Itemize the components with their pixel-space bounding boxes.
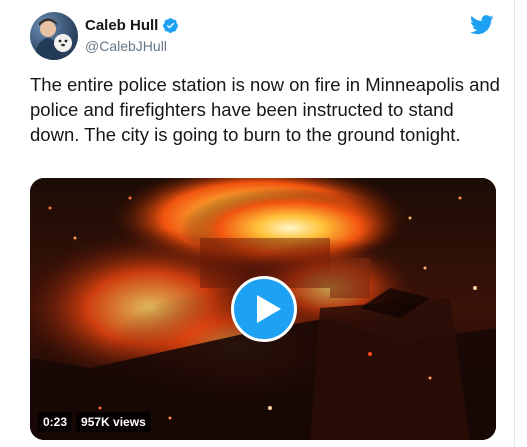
tweet-text: The entire police station is now on fire… bbox=[30, 74, 500, 145]
video-duration: 0:23 bbox=[38, 412, 73, 432]
play-button[interactable] bbox=[231, 276, 297, 342]
play-icon bbox=[257, 295, 281, 323]
video-meta: 0:23 957K views bbox=[38, 412, 151, 432]
verified-badge-icon bbox=[163, 17, 179, 33]
avatar[interactable] bbox=[30, 12, 78, 60]
twitter-bird-icon[interactable] bbox=[470, 15, 494, 35]
display-name[interactable]: Caleb Hull bbox=[85, 17, 158, 34]
video-player[interactable]: 0:23 957K views bbox=[30, 178, 496, 440]
video-views: 957K views bbox=[76, 412, 151, 432]
tweet-header: Caleb Hull @CalebJHull bbox=[30, 10, 500, 62]
author-names: Caleb Hull @CalebJHull bbox=[85, 15, 179, 54]
tweet-card: Caleb Hull @CalebJHull The entire police… bbox=[0, 0, 515, 447]
handle[interactable]: @CalebJHull bbox=[85, 38, 179, 54]
